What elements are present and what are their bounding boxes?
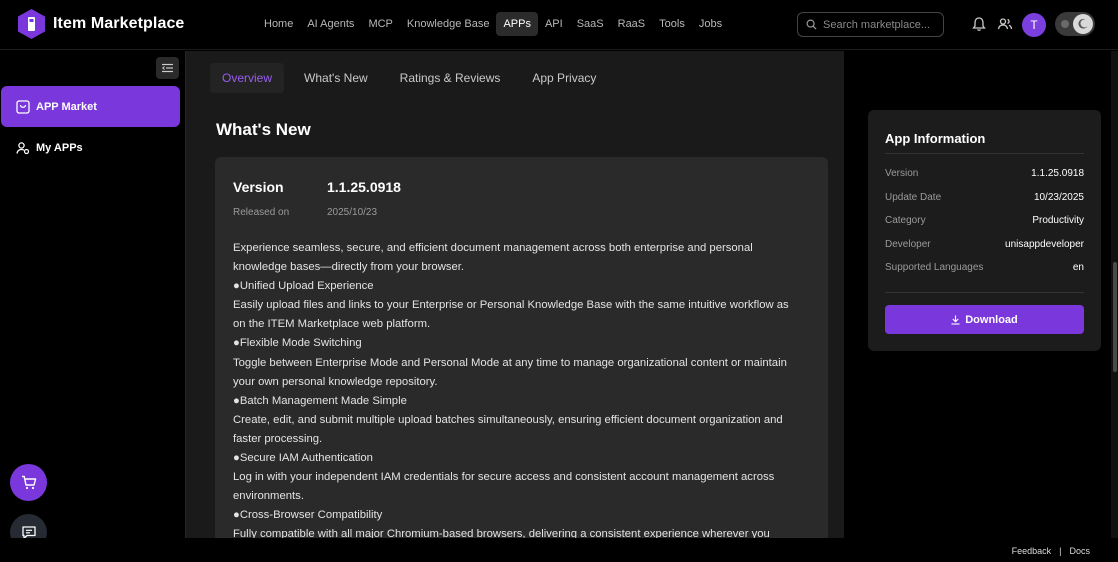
bell-icon[interactable] [971,16,987,32]
tab-overview[interactable]: Overview [210,63,285,93]
release-note-heading: ●Flexible Mode Switching [233,337,362,350]
sidebar-item-label: APP Market [36,100,97,113]
avatar[interactable]: T [1022,13,1046,37]
info-key: Developer [885,239,931,250]
moon-icon [1073,14,1093,34]
info-value: 10/23/2025 [1033,192,1084,203]
main-nav: Home AI Agents MCP Knowledge Base APPs A… [257,12,729,36]
release-notes: Experience seamless, secure, and efficie… [233,239,813,538]
app-information-title: App Information [885,131,986,146]
app-information-card: App Information Version 1.1.25.0918 Upda… [868,110,1101,351]
sun-indicator-icon [1061,20,1069,28]
tab-whats-new[interactable]: What's New [292,63,380,93]
info-value: en [1072,262,1084,273]
collapse-sidebar-button[interactable] [156,57,179,79]
release-note-line: Toggle between Enterprise Mode and Perso… [233,356,787,369]
release-note-heading: ●Secure IAM Authentication [233,452,373,465]
release-note-heading: ●Unified Upload Experience [233,280,374,293]
tab-ratings-reviews[interactable]: Ratings & Reviews [388,63,513,93]
footer-links: Feedback | Docs [1012,546,1090,556]
release-note-line: on the ITEM Marketplace web platform. [233,318,431,331]
download-button[interactable]: Download [885,305,1084,334]
divider [885,153,1084,154]
release-note-line: faster processing. [233,432,323,445]
release-note-line: your own personal knowledge repository. [233,375,438,388]
info-row-category: Category Productivity [885,215,1084,226]
footer: Feedback | Docs [0,538,1118,562]
release-note-line: Log in with your independent IAM credent… [233,471,775,484]
docs-link[interactable]: Docs [1069,546,1090,556]
collapse-icon [162,63,173,73]
release-note-line: Create, edit, and submit multiple upload… [233,413,783,426]
scrollbar-thumb[interactable] [1113,262,1117,372]
app-tabs: Overview What's New Ratings & Reviews Ap… [210,63,608,93]
sidebar: APP Market My APPs [0,51,185,551]
version-value: 1.1.25.0918 [327,179,401,195]
nav-jobs[interactable]: Jobs [692,12,729,36]
user-apps-icon [16,141,30,154]
download-icon [951,315,960,325]
store-icon [16,99,30,114]
cart-button[interactable] [10,464,47,501]
release-note-heading: ●Cross-Browser Compatibility [233,509,383,522]
info-row-developer: Developer unisappdeveloper [885,239,1084,250]
cart-icon [21,475,36,490]
logo[interactable]: Item Marketplace [18,9,184,39]
release-note-line: Easily upload files and links to your En… [233,299,789,312]
nav-tools[interactable]: Tools [652,12,692,36]
info-row-languages: Supported Languages en [885,262,1084,273]
info-value: 1.1.25.0918 [1031,168,1084,179]
release-note-line: Experience seamless, secure, and efficie… [233,242,753,254]
sidebar-item-label: My APPs [36,141,83,154]
tab-app-privacy[interactable]: App Privacy [520,63,608,93]
logo-icon [18,9,45,39]
released-label: Released on [233,207,290,218]
top-header: Item Marketplace Home AI Agents MCP Know… [0,0,1118,50]
search-box[interactable] [797,12,944,37]
release-notes-card: Version 1.1.25.0918 Released on 2025/10/… [215,157,828,538]
users-icon[interactable] [997,16,1013,32]
section-title: What's New [216,120,311,139]
nav-ai-agents[interactable]: AI Agents [300,12,361,36]
search-icon [806,19,817,30]
sidebar-item-my-apps[interactable]: My APPs [1,127,180,168]
info-key: Version [885,168,919,179]
info-key: Category [885,215,926,226]
divider [885,292,1084,293]
main-content: Overview What's New Ratings & Reviews Ap… [185,51,844,538]
info-value: unisappdeveloper [1005,239,1084,250]
nav-mcp[interactable]: MCP [361,12,399,36]
nav-knowledge-base[interactable]: Knowledge Base [400,12,497,36]
info-key: Update Date [885,192,942,203]
nav-raas[interactable]: RaaS [611,12,653,36]
nav-saas[interactable]: SaaS [570,12,611,36]
release-note-heading: ●Batch Management Made Simple [233,394,407,407]
released-value: 2025/10/23 [327,207,378,218]
nav-home[interactable]: Home [257,12,300,36]
info-value: Productivity [1032,215,1084,226]
theme-toggle[interactable] [1055,12,1095,36]
version-label: Version [233,179,284,195]
release-note-line: environments. [233,490,304,503]
nav-api[interactable]: API [538,12,570,36]
release-note-line: Fully compatible with all major Chromium… [233,528,770,538]
feedback-link[interactable]: Feedback [1012,546,1052,556]
download-label: Download [965,313,1018,326]
sidebar-item-app-market[interactable]: APP Market [1,86,180,127]
info-key: Supported Languages [885,262,984,273]
app-title: Item Marketplace [53,15,185,32]
info-row-version: Version 1.1.25.0918 [885,168,1084,179]
search-input[interactable] [823,18,938,31]
info-row-update-date: Update Date 10/23/2025 [885,192,1084,203]
nav-apps[interactable]: APPs [496,12,538,36]
footer-separator: | [1059,546,1062,556]
release-note-line: knowledge bases—directly from your brows… [233,261,465,274]
